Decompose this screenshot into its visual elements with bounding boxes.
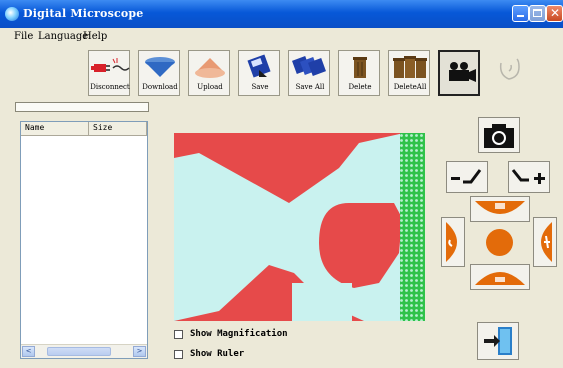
save-all-label: Save All [295, 83, 325, 91]
show-magnification-checkbox[interactable] [174, 330, 183, 339]
horizontal-scrollbar[interactable]: < > [21, 344, 147, 358]
scroll-thumb[interactable] [47, 347, 111, 356]
delete-all-button[interactable]: DeleteAll [388, 50, 430, 96]
pan-right-icon [541, 222, 552, 262]
column-header-name[interactable]: Name [21, 122, 89, 136]
zoom-out-button[interactable] [446, 161, 488, 193]
menu-file[interactable]: File [14, 31, 33, 42]
minimize-icon [517, 15, 524, 17]
scroll-right-button[interactable]: > [133, 346, 146, 357]
upload-arrow-icon [195, 58, 225, 78]
delete-button[interactable]: Delete [338, 50, 380, 96]
download-arrow-icon [145, 57, 175, 77]
save-label: Save [251, 83, 269, 91]
disconnect-plug-icon [91, 58, 130, 72]
video-record-button[interactable] [438, 50, 480, 96]
save-all-disks-icon [292, 56, 326, 76]
menu-bar: File Language Help [0, 28, 563, 46]
microscope-preview [174, 133, 425, 321]
delete-all-label: DeleteAll [393, 83, 427, 91]
disconnect-label: Disconnect [90, 83, 130, 91]
exit-button[interactable] [477, 322, 519, 360]
show-magnification-label: Show Magnification [190, 329, 288, 339]
save-disk-icon [247, 54, 271, 78]
exit-door-icon [484, 327, 512, 355]
progress-bar [15, 102, 149, 112]
camera-icon [484, 124, 514, 148]
pan-up-button[interactable] [470, 196, 530, 222]
disconnect-button[interactable]: Disconnect [88, 50, 130, 96]
window-title: Digital Microscope [23, 7, 144, 20]
pan-left-icon [446, 222, 457, 262]
menu-language[interactable]: Language [38, 31, 88, 42]
capture-button[interactable] [478, 117, 520, 153]
pan-left-button[interactable] [441, 217, 465, 267]
show-magnification-option[interactable]: Show Magnification [174, 328, 354, 342]
video-camera-icon [449, 62, 476, 82]
show-ruler-label: Show Ruler [190, 349, 245, 359]
zoom-out-icon [451, 169, 482, 184]
zoom-in-icon [511, 169, 545, 184]
file-list[interactable]: Name Size < > [20, 121, 148, 359]
show-ruler-option[interactable]: Show Ruler [174, 348, 354, 362]
upload-button[interactable]: Upload [188, 50, 230, 96]
close-button[interactable]: ✕ [546, 5, 563, 22]
hand-tool-button[interactable] [488, 50, 530, 96]
pan-right-button[interactable] [533, 217, 557, 267]
preview-image [174, 133, 425, 321]
download-label: Download [142, 83, 178, 91]
show-ruler-checkbox[interactable] [174, 350, 183, 359]
scroll-left-button[interactable]: < [22, 346, 35, 357]
app-icon [5, 7, 19, 21]
maximize-button[interactable] [529, 5, 546, 22]
save-all-button[interactable]: Save All [288, 50, 330, 96]
minimize-button[interactable] [512, 5, 529, 22]
menu-help[interactable]: Help [83, 31, 107, 42]
pan-down-icon [475, 272, 525, 285]
zoom-in-button[interactable] [508, 161, 550, 193]
hand-icon [499, 58, 520, 80]
trash-bins-icon [393, 56, 427, 78]
maximize-icon [533, 9, 542, 17]
column-header-size[interactable]: Size [89, 122, 147, 136]
trash-bin-icon [353, 57, 367, 78]
download-button[interactable]: Download [138, 50, 180, 96]
center-button[interactable] [486, 229, 513, 256]
pan-down-button[interactable] [470, 264, 530, 290]
delete-label: Delete [348, 83, 372, 91]
close-icon: ✕ [550, 6, 561, 20]
save-button[interactable]: Save [238, 50, 280, 96]
title-bar: Digital Microscope ✕ [0, 0, 563, 28]
pan-up-icon [475, 201, 525, 214]
upload-label: Upload [197, 83, 223, 91]
